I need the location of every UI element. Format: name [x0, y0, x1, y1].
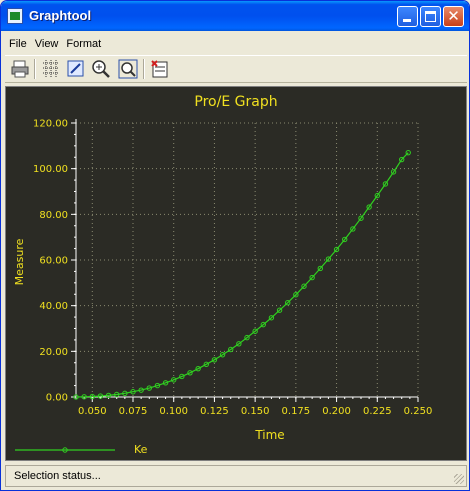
export-table-icon — [151, 60, 168, 78]
menu-view[interactable]: View — [31, 35, 63, 53]
x-tick-label: 0.225 — [363, 406, 392, 417]
app-icon — [7, 8, 23, 24]
y-tick-label: 40.00 — [39, 301, 68, 312]
zoom-fit-icon — [118, 59, 138, 79]
chart-legend: Ke — [15, 443, 148, 456]
y-tick-label: 120.00 — [33, 119, 68, 130]
window-title: Graphtool — [29, 8, 92, 23]
close-icon: ✕ — [447, 7, 460, 25]
menu-file[interactable]: File — [5, 35, 31, 53]
zoom-in-button[interactable] — [90, 58, 112, 80]
status-bar: Selection status... — [5, 465, 467, 487]
menu-bar: File View Format — [5, 34, 105, 52]
x-tick-label: 0.100 — [159, 406, 188, 417]
x-tick-label: 0.050 — [78, 406, 107, 417]
x-tick-label: 0.200 — [322, 406, 351, 417]
series-line — [75, 152, 409, 398]
maximize-icon — [425, 11, 436, 22]
x-tick-label: 0.250 — [404, 406, 433, 417]
legend-label: Ke — [134, 443, 148, 456]
toolbar-separator — [143, 59, 145, 79]
graph-plot-area[interactable]: Pro/E Graph 0.00 20.00 40.00 60.00 80.00 100.… — [5, 86, 467, 461]
x-tick-label: 0.075 — [119, 406, 148, 417]
y-tick-label: 80.00 — [39, 210, 68, 221]
zoom-in-icon — [92, 60, 110, 78]
x-tick-label: 0.125 — [200, 406, 229, 417]
chart-title: Pro/E Graph — [194, 94, 277, 110]
x-tick-label: 0.150 — [241, 406, 270, 417]
menu-format[interactable]: Format — [62, 35, 105, 53]
grid-icon — [43, 60, 59, 77]
data-point — [405, 149, 411, 156]
toolbar — [5, 55, 467, 83]
x-tick-label: 0.175 — [282, 406, 311, 417]
toolbar-separator — [34, 59, 36, 79]
print-icon — [11, 60, 29, 78]
title-bar[interactable]: Graphtool ✕ — [1, 1, 469, 31]
edit-graph-button[interactable] — [65, 58, 87, 80]
y-tick-label: 100.00 — [33, 164, 68, 175]
minimize-button[interactable] — [397, 6, 418, 27]
print-button[interactable] — [9, 58, 31, 80]
x-axis-label: Time — [254, 428, 284, 442]
y-axis-label: Measure — [13, 238, 26, 285]
graphtool-window: Graphtool ✕ File View Format Pro/E Graph… — [0, 0, 470, 491]
export-table-button[interactable] — [149, 58, 171, 80]
maximize-button[interactable] — [420, 6, 441, 27]
line-chart: Pro/E Graph 0.00 20.00 40.00 60.00 80.00 100.… — [13, 94, 433, 456]
edit-graph-icon — [67, 60, 84, 77]
status-text: Selection status... — [14, 470, 101, 482]
minimize-icon — [403, 19, 411, 22]
y-tick-label: 20.00 — [39, 347, 68, 358]
y-tick-label: 60.00 — [39, 256, 68, 267]
resize-grip[interactable] — [454, 474, 464, 484]
y-tick-label: 0.00 — [46, 393, 68, 404]
grid-button[interactable] — [40, 58, 62, 80]
close-button[interactable]: ✕ — [443, 6, 464, 27]
zoom-fit-button[interactable] — [117, 58, 139, 80]
